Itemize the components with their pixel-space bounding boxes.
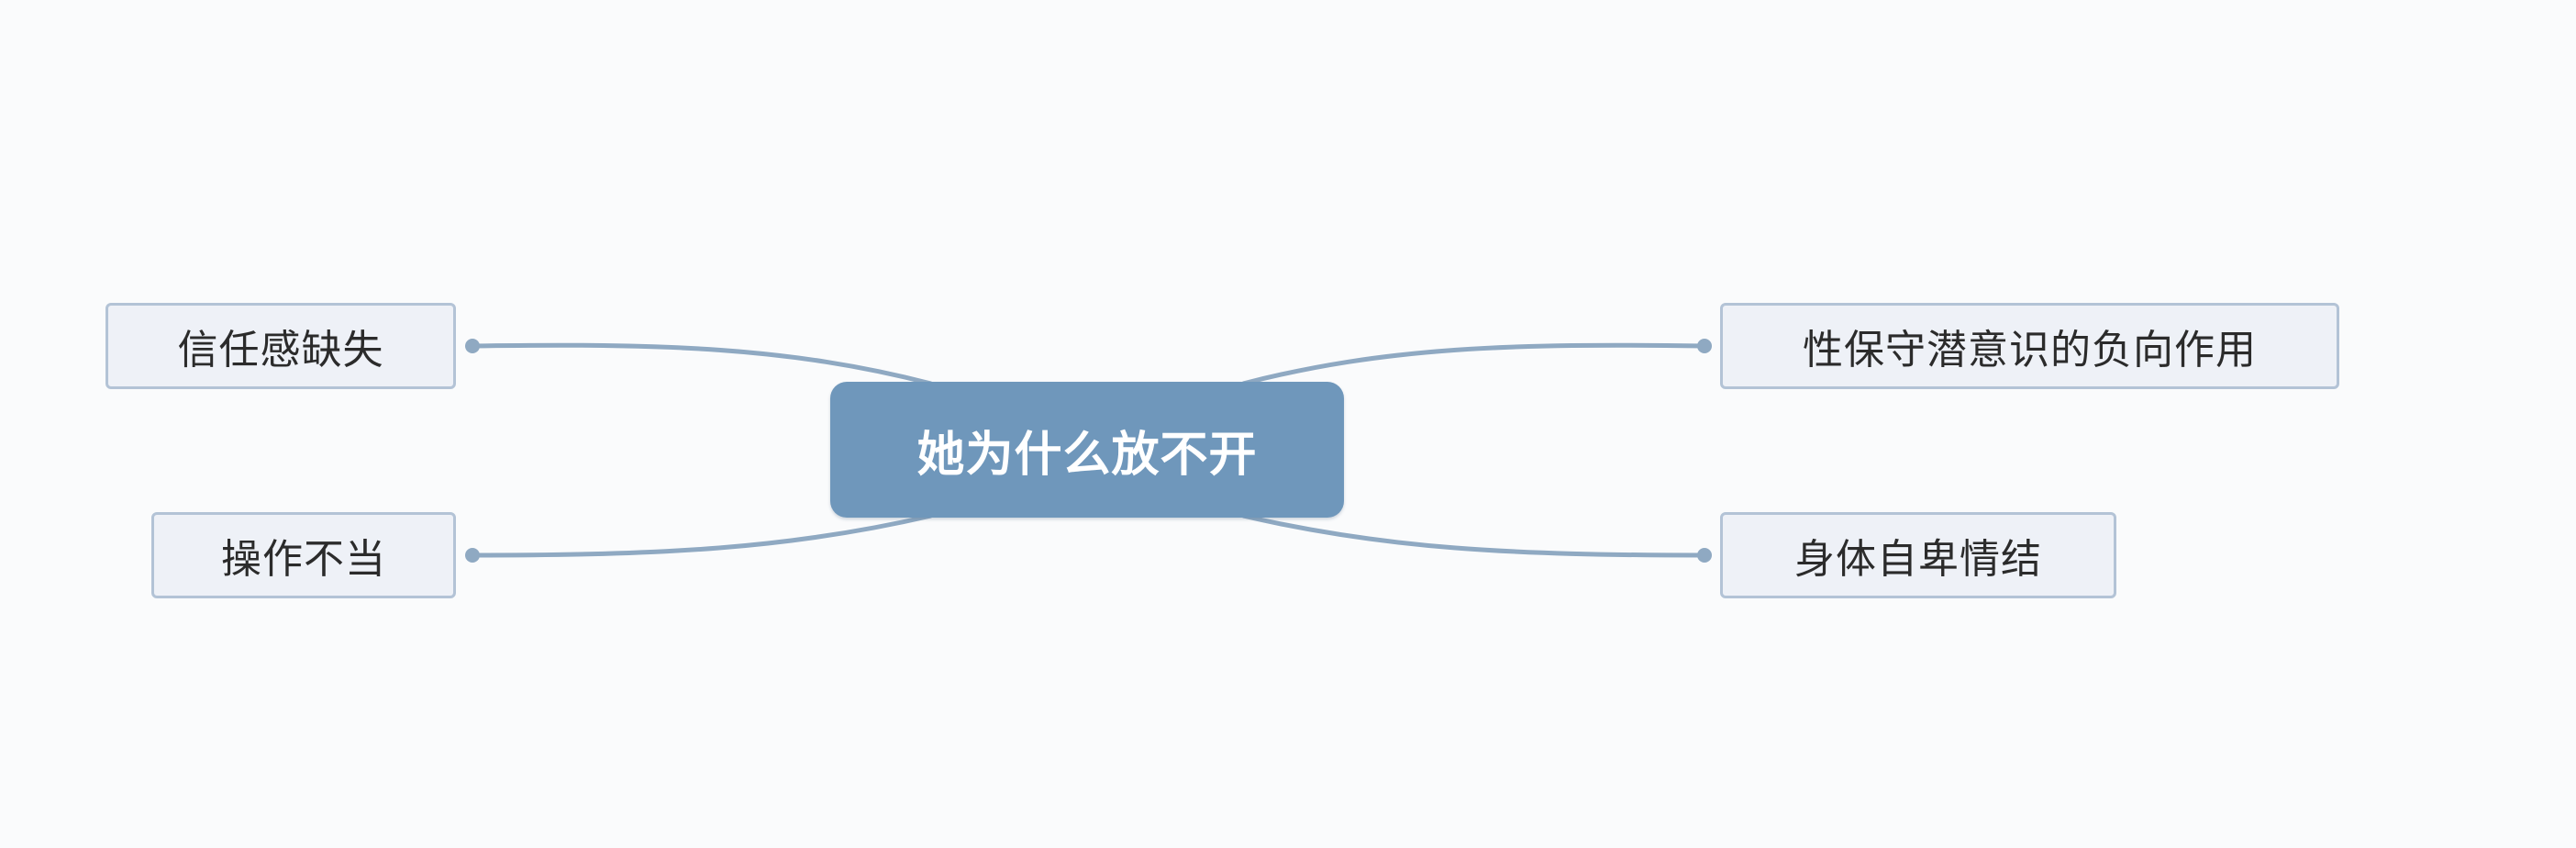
connector-dot-xing <box>1697 339 1712 353</box>
connector-caozuo <box>472 513 932 558</box>
connector-xing <box>1242 342 1705 386</box>
mind-map-canvas: 她为什么放不开 信任感缺失 操作不当 性保守潜意识的负向作用 身体自卑情结 <box>0 0 2576 848</box>
connector-shenti <box>1242 513 1705 558</box>
connector-dot-xinren <box>465 339 480 353</box>
branch-topic-subconscious[interactable]: 性保守潜意识的负向作用 <box>1720 303 2339 389</box>
branch-topic-body-image[interactable]: 身体自卑情结 <box>1720 512 2116 598</box>
connector-dot-shenti <box>1697 548 1712 563</box>
connector-xinren <box>472 342 932 386</box>
central-topic[interactable]: 她为什么放不开 <box>830 382 1344 518</box>
branch-topic-operation[interactable]: 操作不当 <box>151 512 456 598</box>
branch-topic-trust[interactable]: 信任感缺失 <box>105 303 456 389</box>
connector-dot-caozuo <box>465 548 480 563</box>
